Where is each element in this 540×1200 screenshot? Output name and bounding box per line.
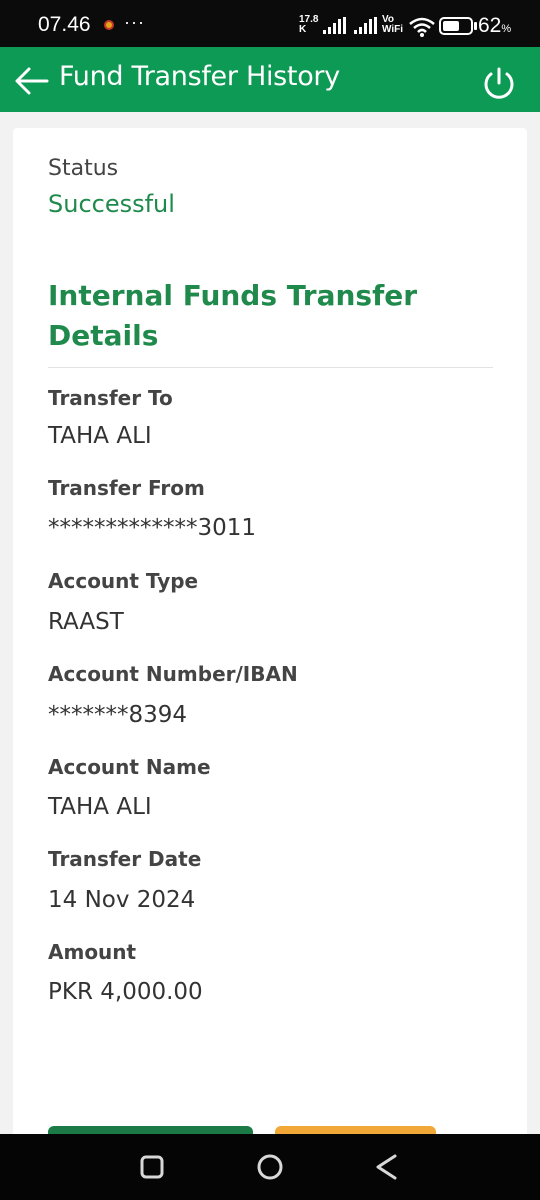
circle-icon[interactable] [254,1151,286,1183]
app-header: Fund Transfer History [0,47,540,112]
battery-unit: % [501,23,512,35]
account-type-value: RAAST [48,609,124,635]
triangle-back-icon[interactable] [372,1151,404,1183]
transfer-from-value: *************3011 [48,515,257,541]
battery-number: 62 [478,14,502,37]
status-label: Status [48,156,119,181]
section-title: Internal Funds Transfer Details [48,276,468,356]
account-number-value: *******8394 [48,702,188,728]
system-navigation-bar [0,1134,540,1200]
divider [48,367,493,368]
transfer-to-value: TAHA ALI [48,423,152,449]
square-icon[interactable] [136,1151,168,1183]
network-speed: 17.8 K [299,15,318,35]
section-title-line-1: Internal Funds Transfer [48,279,418,312]
transfer-date-label: Transfer Date [48,847,202,871]
battery-fill [443,21,459,31]
more-notifications-icon: ··· [124,12,145,32]
status-time: 07.46 [38,13,91,36]
amount-label: Amount [48,940,137,964]
battery-percent: 62% [478,14,511,38]
transfer-date-value: 14 Nov 2024 [48,887,196,913]
wifi-icon [409,17,435,37]
transfer-from-label: Transfer From [48,476,205,500]
page-title: Fund Transfer History [59,61,340,92]
section-title-line-2: Details [48,319,159,352]
transfer-details-card: Status Successful Internal Funds Transfe… [13,128,527,1166]
status-value: Successful [48,190,175,218]
notification-app-icon [104,20,114,30]
power-icon[interactable] [480,65,518,103]
account-name-value: TAHA ALI [48,794,152,820]
signal-2-icon [354,17,377,34]
vowifi-bottom: WiFi [382,24,404,35]
status-bar: 07.46 ··· 17.8 K Vo WiFi 62% [0,0,540,47]
signal-1-icon [323,17,346,34]
battery-icon [439,17,473,35]
network-speed-unit: K [299,24,307,35]
transfer-to-label: Transfer To [48,386,173,410]
account-number-label: Account Number/IBAN [48,662,298,686]
arrow-left-icon[interactable] [14,65,50,97]
account-name-label: Account Name [48,755,211,779]
vowifi-indicator: Vo WiFi [382,15,403,35]
battery-tip [474,22,477,30]
amount-value: PKR 4,000.00 [48,979,203,1005]
account-type-label: Account Type [48,569,199,593]
